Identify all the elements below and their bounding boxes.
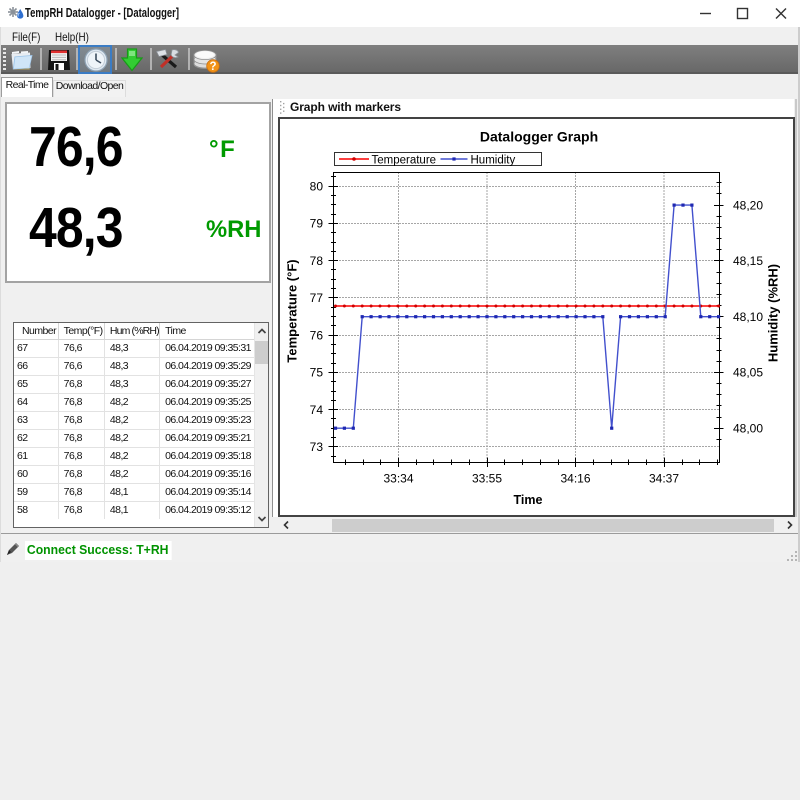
svg-text:79: 79 <box>310 217 324 231</box>
svg-text:Temperature: Temperature <box>372 154 437 166</box>
svg-text:?: ? <box>209 61 216 73</box>
svg-text:75: 75 <box>310 366 324 380</box>
svg-text:78: 78 <box>310 254 324 268</box>
svg-text:Humidity: Humidity <box>471 154 516 166</box>
svg-text:48,05: 48,05 <box>733 366 763 380</box>
svg-text:48,00: 48,00 <box>733 422 763 436</box>
svg-text:Time: Time <box>514 493 543 507</box>
svg-text:34:16: 34:16 <box>560 472 590 486</box>
svg-text:Humidity (%RH): Humidity (%RH) <box>766 264 781 362</box>
svg-text:48,10: 48,10 <box>733 310 763 324</box>
svg-text:74: 74 <box>310 403 324 417</box>
svg-text:Temperature (°F): Temperature (°F) <box>285 259 300 362</box>
svg-text:33:34: 33:34 <box>383 472 413 486</box>
svg-text:34:37: 34:37 <box>649 472 679 486</box>
svg-text:77: 77 <box>310 291 324 305</box>
svg-text:76: 76 <box>310 329 324 343</box>
svg-text:80: 80 <box>310 180 324 194</box>
svg-text:48,15: 48,15 <box>733 254 763 268</box>
svg-text:33:55: 33:55 <box>472 472 502 486</box>
svg-text:48,20: 48,20 <box>733 198 763 212</box>
svg-text:Datalogger Graph: Datalogger Graph <box>480 129 598 145</box>
svg-text:73: 73 <box>310 440 324 454</box>
